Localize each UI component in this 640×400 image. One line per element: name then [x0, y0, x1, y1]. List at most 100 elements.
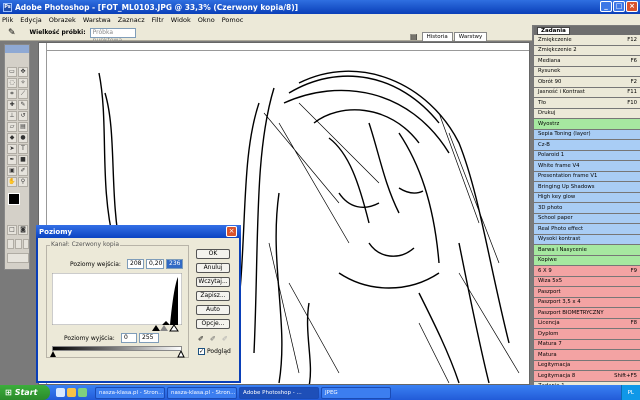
menu-pomoc[interactable]: Pomoc: [222, 16, 244, 24]
action-item[interactable]: Mediana F6: [534, 56, 640, 67]
stamp-tool-icon[interactable]: ⊥: [7, 111, 17, 121]
maximize-button[interactable]: □: [613, 1, 625, 12]
quicklaunch-desktop-icon[interactable]: [67, 388, 76, 397]
zoom-tool-icon[interactable]: ⚲: [18, 177, 28, 187]
action-item[interactable]: Polaroid 1: [534, 150, 640, 161]
action-item[interactable]: Presentation frame V1: [534, 171, 640, 182]
action-item[interactable]: Tło F10: [534, 98, 640, 109]
screen-mode-1-icon[interactable]: [7, 239, 14, 249]
action-item[interactable]: Licencja F8: [534, 318, 640, 329]
marquee-tool-icon[interactable]: ▭: [7, 67, 17, 77]
input-black-field[interactable]: 208: [127, 259, 144, 269]
brush-tool-icon[interactable]: ✎: [18, 100, 28, 110]
blur-tool-icon[interactable]: ◆: [7, 133, 17, 143]
cancel-button[interactable]: Anuluj: [196, 263, 230, 273]
task-nasza-klasa-2[interactable]: nasza-klasa.pl - Stron...: [167, 386, 237, 399]
action-item[interactable]: Wysoki kontrast: [534, 234, 640, 245]
screen-mode-3-icon[interactable]: [23, 239, 29, 249]
menu-edycja[interactable]: Edycja: [20, 16, 41, 24]
input-gamma-field[interactable]: 0,20: [146, 259, 164, 269]
eyedropper-white-icon[interactable]: ✐: [222, 335, 228, 343]
notes-tool-icon[interactable]: ▣: [7, 166, 17, 176]
action-item[interactable]: Bringing Up Shadows: [534, 182, 640, 193]
dodge-tool-icon[interactable]: ●: [18, 133, 28, 143]
start-button[interactable]: ⊞ Start: [0, 385, 50, 400]
auto-button[interactable]: Auto: [196, 305, 230, 315]
sample-size-select[interactable]: Próbka punktowa: [89, 27, 136, 44]
screen-mode-2-icon[interactable]: [15, 239, 22, 249]
action-item[interactable]: Paszport 3,5 x 4: [534, 297, 640, 308]
menu-okno[interactable]: Okno: [198, 16, 215, 24]
ok-button[interactable]: OK: [196, 249, 230, 259]
move-tool-icon[interactable]: ✥: [18, 67, 28, 77]
quicklaunch-media-icon[interactable]: [78, 388, 87, 397]
minimize-button[interactable]: _: [600, 1, 612, 12]
history-brush-icon[interactable]: ↺: [18, 111, 28, 121]
load-button[interactable]: Wczytaj...: [196, 277, 230, 287]
action-item[interactable]: Sepia Toning (layer): [534, 129, 640, 140]
action-item[interactable]: Zmiękczenie 2: [534, 45, 640, 56]
action-item[interactable]: 3D photo: [534, 203, 640, 214]
crop-tool-icon[interactable]: ⌗: [7, 89, 17, 99]
menu-widok[interactable]: Widok: [171, 16, 191, 24]
magic-wand-tool-icon[interactable]: ✧: [18, 78, 28, 88]
action-item[interactable]: Matura: [534, 350, 640, 361]
action-item[interactable]: Zmiękczenie F12: [534, 35, 640, 46]
action-item[interactable]: Wiza 5x5: [534, 276, 640, 287]
lasso-tool-icon[interactable]: ◌: [7, 78, 17, 88]
action-item[interactable]: Real Photo effect: [534, 224, 640, 235]
close-window-button[interactable]: ×: [626, 1, 638, 12]
eyedropper-gray-icon[interactable]: ✐: [210, 335, 216, 343]
action-item[interactable]: Matura 7: [534, 339, 640, 350]
standard-mode-icon[interactable]: □: [7, 225, 17, 235]
quicklaunch-browser-icon[interactable]: [56, 388, 65, 397]
menu-filtr[interactable]: Filtr: [152, 16, 164, 24]
action-item[interactable]: Drukuj: [534, 108, 640, 119]
action-item[interactable]: Paszport: [534, 287, 640, 298]
action-item[interactable]: High key glow: [534, 192, 640, 203]
task-photoshop[interactable]: Adobe Photoshop - ...: [239, 386, 319, 399]
eyedropper-black-icon[interactable]: ✐: [198, 335, 204, 343]
action-item[interactable]: Dyplom: [534, 329, 640, 340]
input-sliders[interactable]: [52, 325, 184, 333]
tab-historia[interactable]: Historia: [421, 32, 453, 41]
language-indicator[interactable]: PL: [628, 390, 634, 396]
action-item[interactable]: Barwa i Nasycenie: [534, 245, 640, 256]
action-item[interactable]: Kopiwe: [534, 255, 640, 266]
type-tool-icon[interactable]: T: [18, 144, 28, 154]
pen-tool-icon[interactable]: ✒: [7, 155, 17, 165]
menu-obrazek[interactable]: Obrazek: [49, 16, 76, 24]
foreground-color-swatch[interactable]: [8, 193, 20, 205]
menu-plik[interactable]: Plik: [2, 16, 13, 24]
shape-tool-icon[interactable]: ■: [18, 155, 28, 165]
action-item[interactable]: School paper: [534, 213, 640, 224]
hand-tool-icon[interactable]: ✋: [7, 177, 17, 187]
action-item[interactable]: Jasność i Kontrast F11: [534, 87, 640, 98]
levels-close-button[interactable]: ×: [226, 226, 237, 237]
eraser-tool-icon[interactable]: ▱: [7, 122, 17, 132]
action-item[interactable]: Paszport BIOMETRYCZNY: [534, 308, 640, 319]
quickmask-mode-icon[interactable]: ◙: [18, 225, 28, 235]
action-item[interactable]: Wyostrz: [534, 119, 640, 130]
action-item[interactable]: White frame V4: [534, 161, 640, 172]
healing-brush-icon[interactable]: ✚: [7, 100, 17, 110]
task-jpeg[interactable]: JPEG: [321, 386, 391, 399]
save-button[interactable]: Zapisz...: [196, 291, 230, 301]
action-item[interactable]: Legitymacja: [534, 360, 640, 371]
action-item[interactable]: Obrót 90 F2: [534, 77, 640, 88]
output-white-field[interactable]: 255: [139, 333, 159, 343]
tab-warstwy[interactable]: Warstwy: [453, 32, 488, 41]
options-button[interactable]: Opcje...: [196, 319, 230, 329]
path-selection-icon[interactable]: ➤: [7, 144, 17, 154]
action-item[interactable]: Rysunek: [534, 66, 640, 77]
action-item[interactable]: Cz-B: [534, 140, 640, 151]
eyedropper-icon[interactable]: ✐: [18, 166, 28, 176]
gradient-tool-icon[interactable]: ▤: [18, 122, 28, 132]
preview-checkbox[interactable]: ✓: [198, 348, 205, 355]
menu-zaznacz[interactable]: Zaznacz: [118, 16, 145, 24]
action-item[interactable]: Legitymacja 8 Shift+F5: [534, 371, 640, 382]
jump-to-imageready-icon[interactable]: [7, 253, 29, 263]
input-white-field[interactable]: 236: [166, 259, 183, 269]
eyedropper-tool-icon[interactable]: ✎: [8, 28, 16, 38]
slice-tool-icon[interactable]: ⟋: [18, 89, 28, 99]
